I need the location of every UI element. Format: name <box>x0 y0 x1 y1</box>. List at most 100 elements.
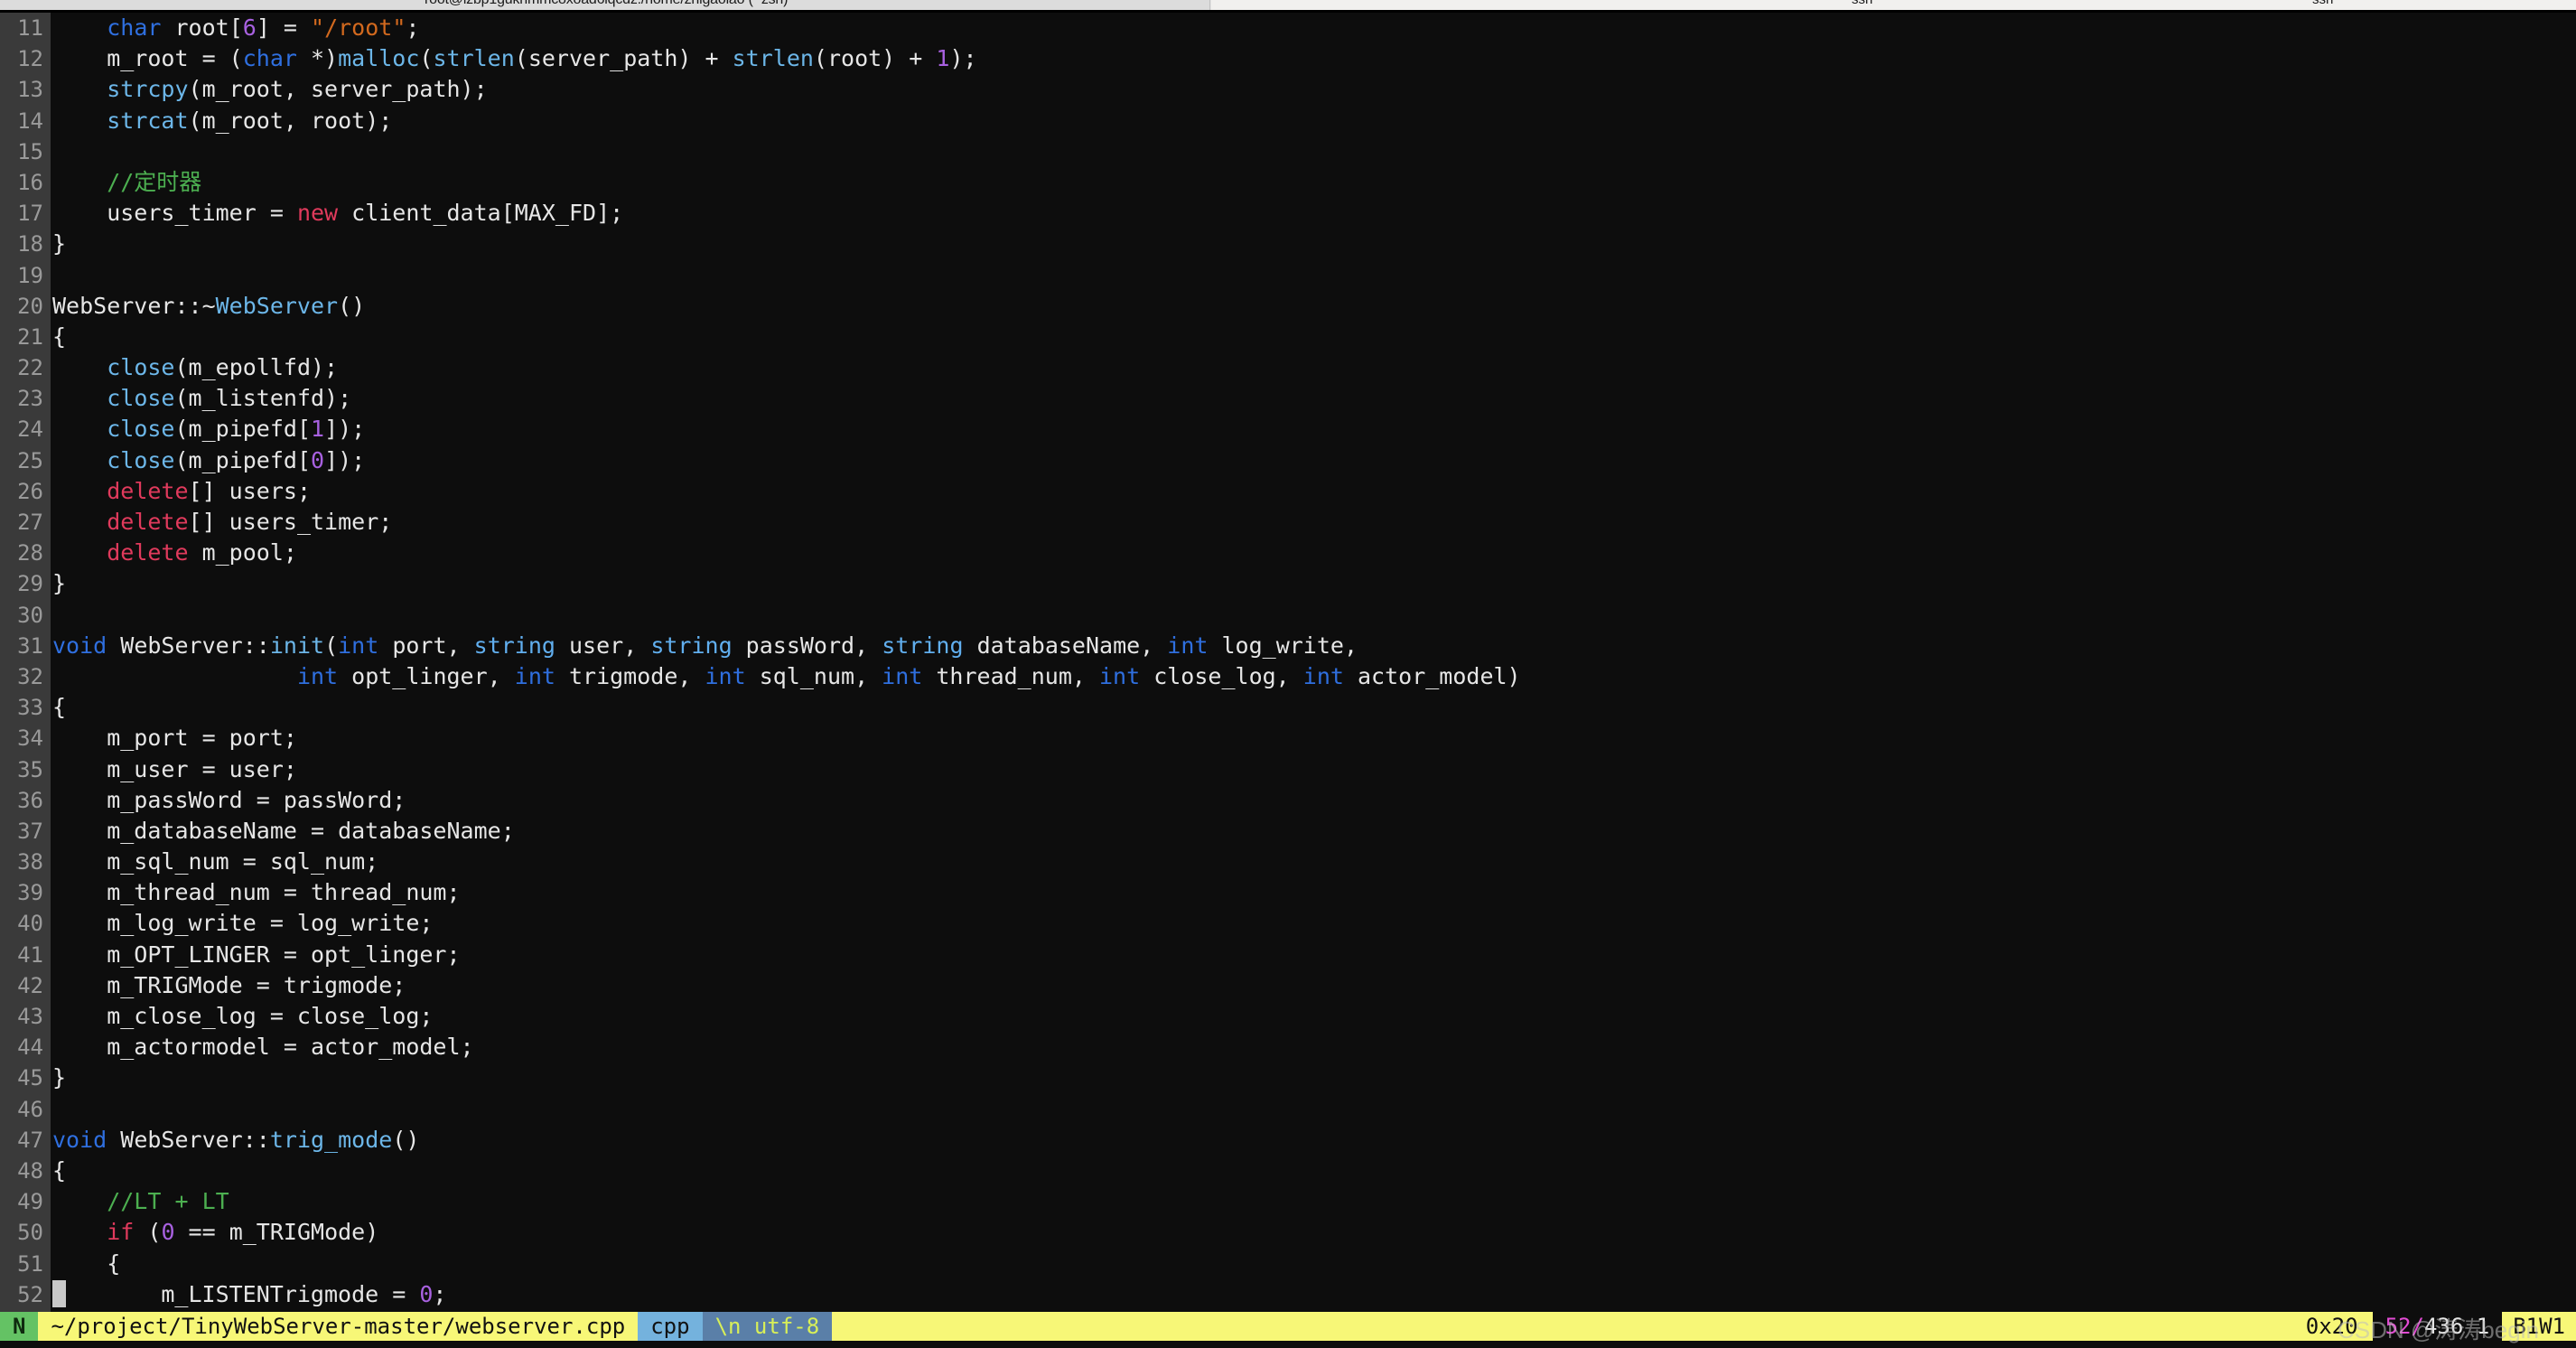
code-line[interactable]: 46 <box>0 1094 2576 1125</box>
code-line[interactable]: 14 strcat(m_root, root); <box>0 106 2576 136</box>
code-token: m_OPT_LINGER = opt_linger; <box>52 941 461 968</box>
line-content: m_OPT_LINGER = opt_linger; <box>52 940 461 970</box>
code-line[interactable]: 44 m_actormodel = actor_model; <box>0 1032 2576 1062</box>
code-token: actor_model) <box>1343 662 1521 689</box>
code-line[interactable]: 21 { <box>0 322 2576 352</box>
code-line[interactable]: 28 delete m_pool; <box>0 538 2576 568</box>
code-token: ] = <box>256 14 312 41</box>
line-number: 18 <box>17 231 43 257</box>
code-line[interactable]: 11 char root[6] = "/root"; <box>0 13 2576 43</box>
code-line[interactable]: 51 { <box>0 1249 2576 1279</box>
code-token: strlen <box>433 45 515 72</box>
code-line[interactable]: 27 delete[] users_timer; <box>0 507 2576 538</box>
line-number: 45 <box>17 1065 43 1091</box>
code-token: port, <box>378 632 474 659</box>
code-line[interactable]: 47 void WebServer::trig_mode() <box>0 1125 2576 1156</box>
line-number: 27 <box>17 510 43 535</box>
code-line[interactable]: 45} <box>0 1062 2576 1093</box>
code-line[interactable]: 32 int opt_linger, int trigmode, int sql… <box>0 661 2576 692</box>
line-content: m_user = user; <box>52 754 297 785</box>
status-line-total: 436 <box>2423 1314 2464 1339</box>
code-token: 6 <box>242 14 257 41</box>
code-token: m_close_log = close_log; <box>52 1003 434 1029</box>
code-line[interactable]: 22 close(m_epollfd); <box>0 352 2576 383</box>
line-content: m_log_write = log_write; <box>52 908 433 939</box>
line-content: close(m_epollfd); <box>52 352 338 383</box>
code-line[interactable]: 25 close(m_pipefd[0]); <box>0 445 2576 476</box>
code-line[interactable]: 33 { <box>0 692 2576 723</box>
code-token: ]); <box>324 416 366 443</box>
code-editor[interactable]: 11 char root[6] = "/root"; 12 m_root = (c… <box>0 13 2576 1312</box>
status-line-bottom-filler <box>0 1341 2576 1348</box>
code-token: [] users_timer; <box>188 509 393 535</box>
code-line[interactable]: 37 m_databaseName = databaseName; <box>0 816 2576 847</box>
code-token: int <box>338 632 379 659</box>
line-content: if (0 == m_TRIGMode) <box>52 1217 378 1248</box>
code-line[interactable]: 52 m_LISTENTrigmode = 0; <box>0 1279 2576 1310</box>
code-token: strlen <box>732 45 814 72</box>
code-line[interactable]: 48 { <box>0 1156 2576 1186</box>
code-token: malloc <box>338 45 420 72</box>
code-line[interactable]: 16 //定时器 <box>0 167 2576 198</box>
code-line[interactable]: 18} <box>0 229 2576 259</box>
line-content: { <box>52 692 66 723</box>
line-content: } <box>52 229 66 259</box>
code-lines-container[interactable]: 11 char root[6] = "/root"; 12 m_root = (c… <box>0 13 2576 1310</box>
code-token: char <box>107 14 162 41</box>
code-token: trig_mode <box>269 1126 393 1153</box>
code-line[interactable]: 43 m_close_log = close_log; <box>0 1001 2576 1032</box>
code-token: m_passWord = passWord; <box>52 786 406 813</box>
code-token: () <box>338 292 366 319</box>
code-line[interactable]: 31 void WebServer::init(int port, string … <box>0 631 2576 661</box>
code-token: 0 <box>161 1219 175 1246</box>
line-content: users_timer = new client_data[MAX_FD]; <box>52 198 623 229</box>
code-token: if <box>107 1219 135 1246</box>
line-number: 32 <box>17 663 43 689</box>
code-line[interactable]: 49 //LT + LT <box>0 1186 2576 1217</box>
code-line[interactable]: 38 m_sql_num = sql_num; <box>0 847 2576 877</box>
code-line[interactable]: 34 m_port = port; <box>0 723 2576 754</box>
line-number: 52 <box>17 1281 43 1307</box>
code-token: close <box>107 446 175 473</box>
code-token: close <box>107 416 175 443</box>
status-line-separator: / <box>2411 1314 2424 1339</box>
code-line[interactable]: 40 m_log_write = log_write; <box>0 908 2576 939</box>
line-number: 21 <box>17 323 43 350</box>
code-token: m_LISTENTrigmode = <box>66 1280 420 1307</box>
code-token: strcat <box>107 107 189 134</box>
code-line[interactable]: 19 <box>0 260 2576 291</box>
code-token: (m_listenfd); <box>174 385 352 412</box>
code-line[interactable]: 39 m_thread_num = thread_num; <box>0 877 2576 908</box>
code-line[interactable]: 42 m_TRIGMode = trigmode; <box>0 970 2576 1001</box>
code-line[interactable]: 36 m_passWord = passWord; <box>0 785 2576 816</box>
code-line[interactable]: 50 if (0 == m_TRIGMode) <box>0 1217 2576 1248</box>
code-token: root[ <box>161 14 243 41</box>
code-line[interactable]: 30 <box>0 600 2576 631</box>
code-line[interactable]: 15 <box>0 136 2576 167</box>
code-token: { <box>52 323 67 350</box>
code-line[interactable]: 41 m_OPT_LINGER = opt_linger; <box>0 940 2576 970</box>
code-line[interactable]: 26 delete[] users; <box>0 476 2576 507</box>
code-token: int <box>705 662 746 689</box>
code-line[interactable]: 17 users_timer = new client_data[MAX_FD]… <box>0 198 2576 229</box>
code-line[interactable]: 12 m_root = (char *)malloc(strlen(server… <box>0 43 2576 74</box>
line-content: m_LISTENTrigmode = 0; <box>52 1279 446 1310</box>
code-line[interactable]: 24 close(m_pipefd[1]); <box>0 414 2576 445</box>
line-number: 35 <box>17 756 43 782</box>
code-token: string <box>650 632 733 659</box>
code-line[interactable]: 35 m_user = user; <box>0 754 2576 785</box>
status-file-path: ~/project/TinyWebServer-master/webserver… <box>38 1312 639 1341</box>
code-line[interactable]: 29} <box>0 568 2576 599</box>
line-content: //LT + LT <box>52 1186 229 1217</box>
code-line[interactable]: 23 close(m_listenfd); <box>0 383 2576 414</box>
line-content: m_close_log = close_log; <box>52 1001 433 1032</box>
line-content: m_passWord = passWord; <box>52 785 406 816</box>
line-number: 41 <box>17 941 43 968</box>
line-content: } <box>52 568 66 599</box>
code-line[interactable]: 13 strcpy(m_root, server_path); <box>0 74 2576 105</box>
line-content: strcat(m_root, root); <box>52 106 392 136</box>
terminal-tab[interactable]: root@izbp1gukhmmc8xoad6lqcdz:/home/zhiga… <box>0 0 1210 10</box>
code-line[interactable]: 20 WebServer::~WebServer() <box>0 291 2576 322</box>
code-token: int <box>1167 632 1209 659</box>
